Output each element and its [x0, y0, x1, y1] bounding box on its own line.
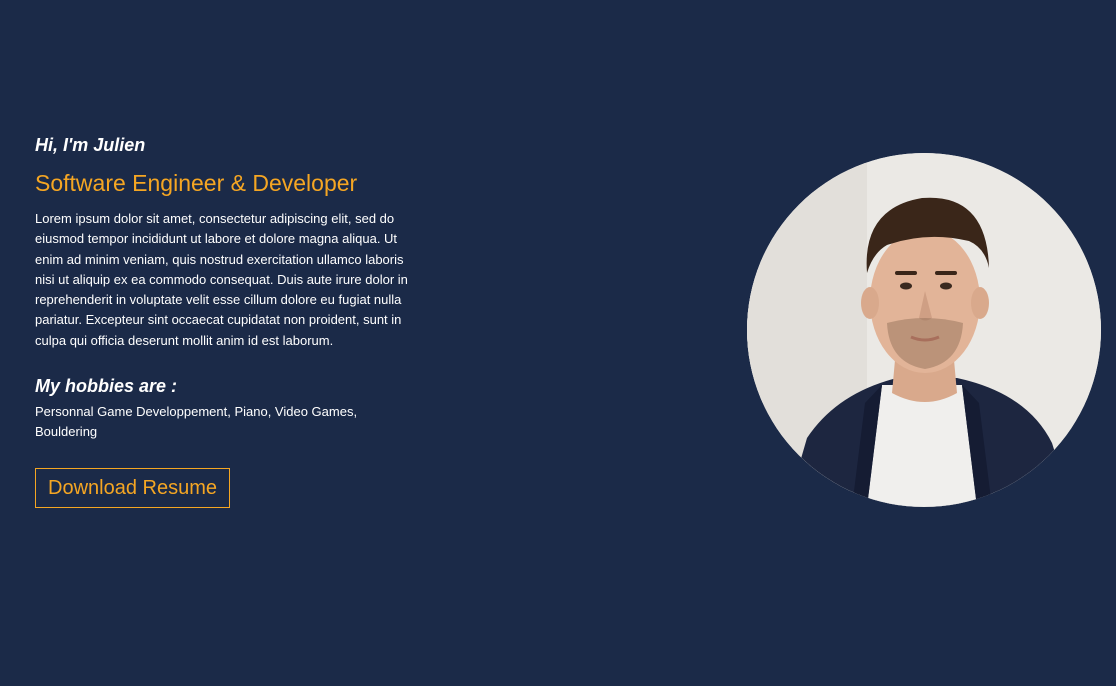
hobbies-heading: My hobbies are : [35, 376, 178, 397]
greeting-heading: Hi, I'm Julien [35, 135, 146, 155]
role-heading: Software Engineer & Developer [35, 170, 358, 196]
profile-photo [747, 153, 1101, 507]
profile-photo-illustration [747, 153, 1101, 507]
bio-paragraph: Lorem ipsum dolor sit amet, consectetur … [35, 211, 408, 348]
download-resume-button[interactable]: Download Resume [35, 467, 230, 508]
intro-block: Hi, I'm Julien Software Engineer & Devel… [35, 134, 415, 508]
hobbies-text: Personnal Game Developpement, Piano, Vid… [35, 404, 358, 440]
hero-section: Hi, I'm Julien Software Engineer & Devel… [0, 0, 1116, 686]
